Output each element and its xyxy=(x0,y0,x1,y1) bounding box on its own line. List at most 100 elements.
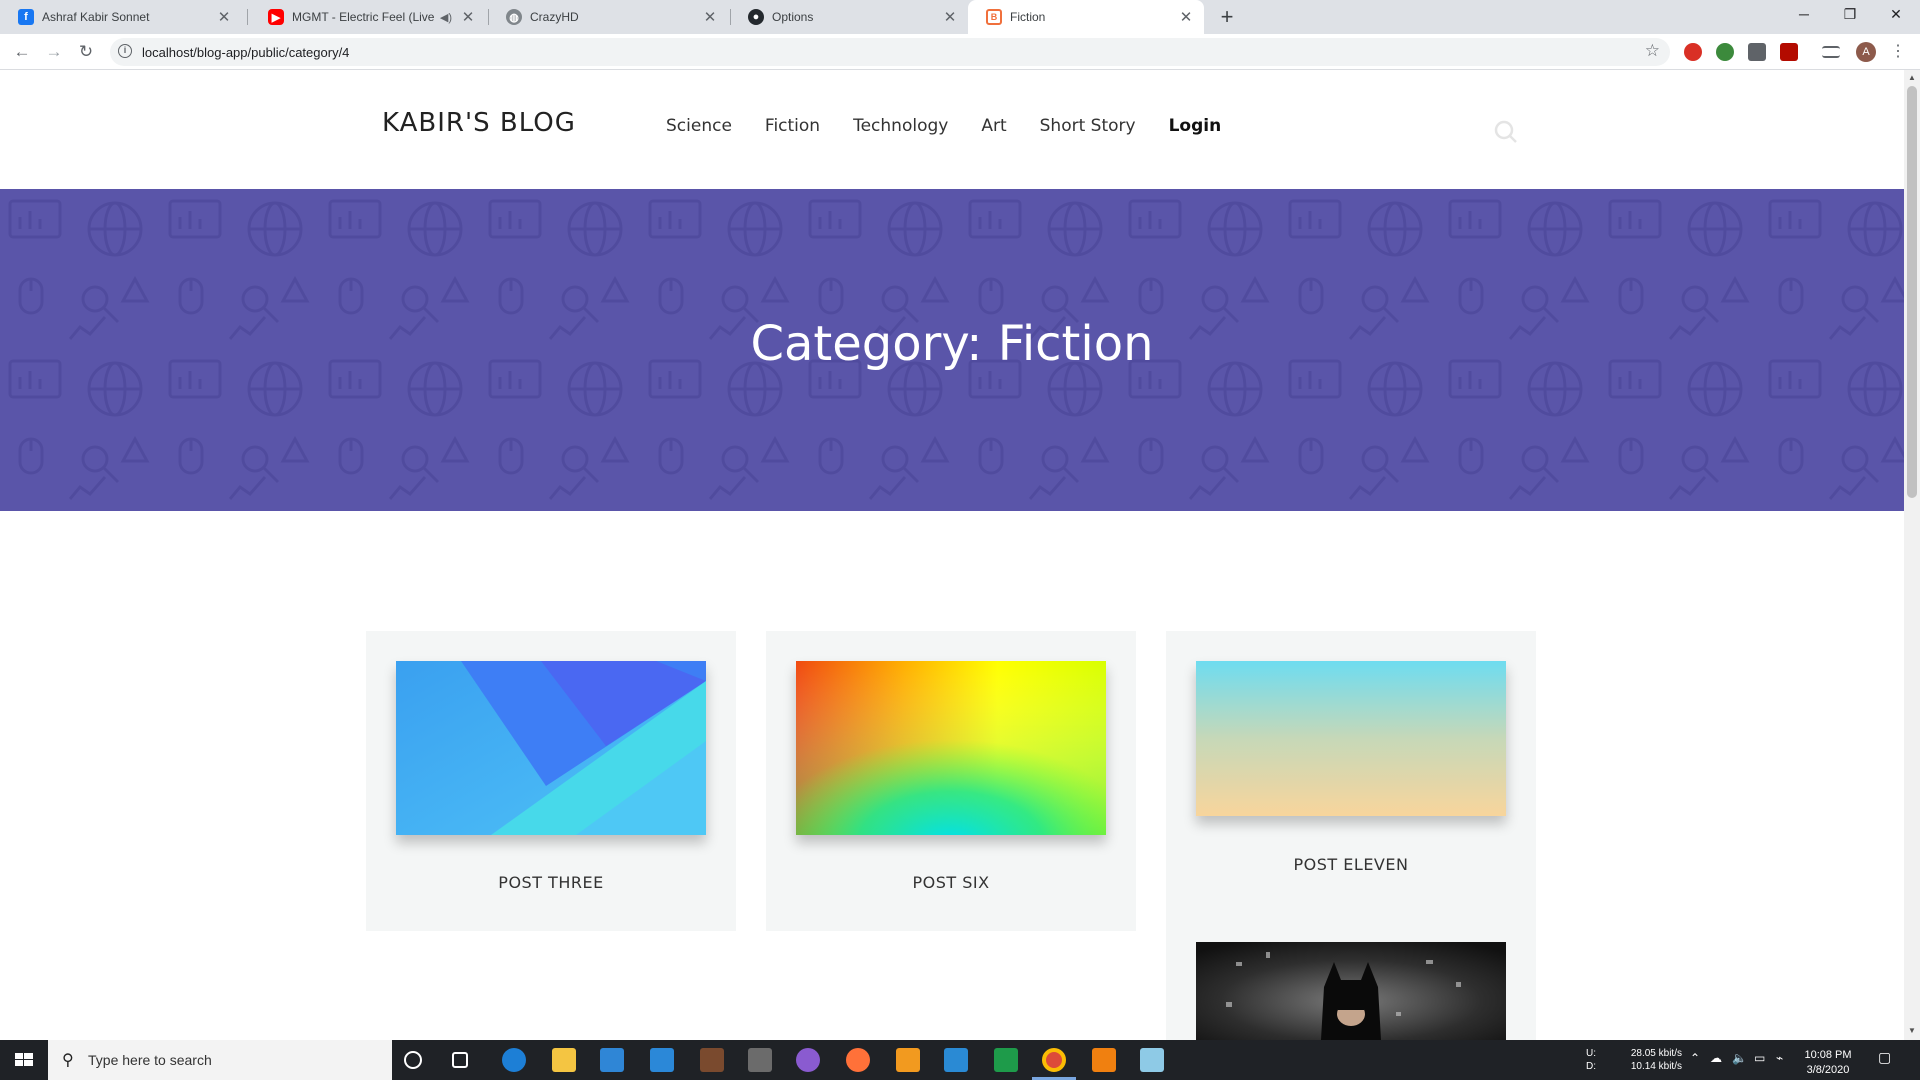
post-thumbnail[interactable] xyxy=(796,661,1106,835)
scroll-up-arrow-icon[interactable]: ▲ xyxy=(1908,73,1916,82)
info-icon[interactable]: i xyxy=(118,44,132,58)
chrome-icon[interactable] xyxy=(1042,1048,1066,1072)
post-thumbnail[interactable] xyxy=(1196,942,1506,1040)
post-title[interactable]: POST THREE xyxy=(366,873,736,892)
site-header: KABIR'S BLOG Science Fiction Technology … xyxy=(0,70,1904,189)
minimize-icon[interactable]: ─ xyxy=(1782,0,1826,30)
browser-tab-active[interactable]: B Fiction ✕ xyxy=(968,0,1204,34)
terminal-icon[interactable] xyxy=(748,1048,772,1072)
nav-item-technology[interactable]: Technology xyxy=(853,116,948,136)
download-speed: 10.14 kbit/s xyxy=(1630,1061,1682,1072)
tab-title: Fiction xyxy=(1010,10,1046,24)
nav-item-art[interactable]: Art xyxy=(981,116,1006,136)
tab-title: CrazyHD xyxy=(530,10,579,24)
search-placeholder: Type here to search xyxy=(88,1052,212,1068)
post-card[interactable]: POST THREE xyxy=(366,631,736,931)
site-logo[interactable]: KABIR'S BLOG xyxy=(382,108,576,138)
windows-start-icon[interactable] xyxy=(0,1040,48,1080)
vlc-icon[interactable] xyxy=(1092,1048,1116,1072)
edge-icon[interactable] xyxy=(502,1048,526,1072)
extension-icon[interactable] xyxy=(1716,43,1734,61)
search-icon[interactable] xyxy=(1494,120,1518,144)
youtube-icon: ▶ xyxy=(268,9,284,25)
close-icon[interactable]: ✕ xyxy=(216,8,232,26)
new-tab-button[interactable]: + xyxy=(1214,4,1240,30)
vscode-icon[interactable] xyxy=(944,1048,968,1072)
category-hero-banner: Category: Fiction xyxy=(0,189,1904,511)
restore-icon[interactable]: ❐ xyxy=(1828,0,1872,30)
close-icon[interactable]: ✕ xyxy=(942,8,958,26)
blog-icon: B xyxy=(986,9,1002,25)
facebook-extension-icon[interactable] xyxy=(1748,43,1766,61)
reload-icon[interactable]: ↻ xyxy=(74,40,98,64)
nav-item-science[interactable]: Science xyxy=(666,116,732,136)
clock[interactable]: 10:08 PM 3/8/2020 xyxy=(1796,1048,1860,1078)
upload-speed: 28.05 kbit/s xyxy=(1630,1048,1682,1059)
app-icon[interactable] xyxy=(1140,1048,1164,1072)
address-bar[interactable]: i localhost/blog-app/public/category/4 ☆ xyxy=(110,38,1670,66)
post-thumbnail[interactable] xyxy=(396,661,706,835)
profile-avatar[interactable]: A xyxy=(1856,42,1876,62)
tab-title: MGMT - Electric Feel (Live on xyxy=(292,10,434,24)
browser-tab-strip: f Ashraf Kabir Sonnet ✕ ▶ MGMT - Electri… xyxy=(0,0,1920,34)
more-options-icon[interactable]: ⋮ xyxy=(1890,41,1906,61)
notepad-icon[interactable] xyxy=(994,1048,1018,1072)
close-icon[interactable]: ✕ xyxy=(460,8,476,26)
store-icon[interactable] xyxy=(600,1048,624,1072)
task-view-icon[interactable] xyxy=(452,1052,468,1068)
close-window-icon[interactable]: ✕ xyxy=(1874,0,1918,30)
clock-time: 10:08 PM xyxy=(1804,1049,1852,1061)
back-arrow-icon[interactable]: ← xyxy=(10,40,34,64)
battery-icon[interactable]: ▭ xyxy=(1754,1052,1765,1065)
post-thumbnail[interactable] xyxy=(1196,661,1506,816)
browser-toolbar: ← → ↻ i localhost/blog-app/public/catego… xyxy=(0,34,1920,70)
app-icon[interactable] xyxy=(796,1048,820,1072)
browser-tab[interactable]: ◍ CrazyHD ✕ xyxy=(488,0,728,34)
pdf-extension-icon[interactable] xyxy=(1780,43,1798,61)
app-icon[interactable] xyxy=(700,1048,724,1072)
post-title[interactable]: POST ELEVEN xyxy=(1166,855,1536,874)
github-icon: ● xyxy=(748,9,764,25)
close-icon[interactable]: ✕ xyxy=(1178,8,1194,26)
close-icon[interactable]: ✕ xyxy=(702,8,718,26)
file-explorer-icon[interactable] xyxy=(552,1048,576,1072)
url-text: localhost/blog-app/public/category/4 xyxy=(142,45,350,60)
firefox-icon[interactable] xyxy=(846,1048,870,1072)
scroll-down-arrow-icon[interactable]: ▼ xyxy=(1908,1026,1916,1035)
download-label: D: xyxy=(1586,1061,1596,1072)
browser-tab[interactable]: ● Options ✕ xyxy=(730,0,968,34)
chevron-up-icon[interactable]: ⌃ xyxy=(1690,1052,1700,1065)
facebook-icon: f xyxy=(18,9,34,25)
page-viewport: KABIR'S BLOG Science Fiction Technology … xyxy=(0,70,1904,1040)
nav-item-short-story[interactable]: Short Story xyxy=(1040,116,1136,136)
clock-date: 3/8/2020 xyxy=(1806,1064,1850,1076)
network-icon[interactable]: ⌁ xyxy=(1776,1052,1783,1065)
cortana-icon[interactable] xyxy=(404,1051,422,1069)
net-speed-labels: U: D: xyxy=(1586,1047,1596,1073)
onedrive-icon[interactable]: ☁ xyxy=(1710,1052,1722,1065)
adblock-extension-icon[interactable] xyxy=(1684,43,1702,61)
forward-arrow-icon[interactable]: → xyxy=(42,40,66,64)
page-title: Category: Fiction xyxy=(750,316,1154,372)
mail-icon[interactable] xyxy=(650,1048,674,1072)
globe-icon: ◍ xyxy=(506,9,522,25)
login-link[interactable]: Login xyxy=(1169,116,1222,136)
net-speed-meter: 28.05 kbit/s 10.14 kbit/s xyxy=(1622,1047,1682,1073)
browser-tab[interactable]: ▶ MGMT - Electric Feel (Live on ◀) ✕ xyxy=(250,0,486,34)
volume-icon[interactable]: 🔈 xyxy=(1732,1052,1747,1065)
upload-label: U: xyxy=(1586,1048,1596,1059)
media-control-icon[interactable] xyxy=(1822,46,1840,58)
nav-item-fiction[interactable]: Fiction xyxy=(765,116,820,136)
speaker-icon[interactable]: ◀) xyxy=(440,11,452,24)
post-title[interactable]: POST SIX xyxy=(766,873,1136,892)
page-scrollbar[interactable]: ▲ ▼ xyxy=(1904,70,1920,1040)
sublime-text-icon[interactable] xyxy=(896,1048,920,1072)
browser-tab[interactable]: f Ashraf Kabir Sonnet ✕ xyxy=(0,0,242,34)
taskbar-search-box[interactable]: ⚲ Type here to search xyxy=(48,1040,392,1080)
tab-title: Options xyxy=(772,10,814,24)
post-card[interactable]: POST SIX xyxy=(766,631,1136,931)
scrollbar-thumb[interactable] xyxy=(1907,86,1917,498)
tab-title: Ashraf Kabir Sonnet xyxy=(42,10,150,24)
notifications-icon[interactable]: ▢ xyxy=(1878,1050,1891,1064)
bookmark-star-icon[interactable]: ☆ xyxy=(1645,41,1660,61)
